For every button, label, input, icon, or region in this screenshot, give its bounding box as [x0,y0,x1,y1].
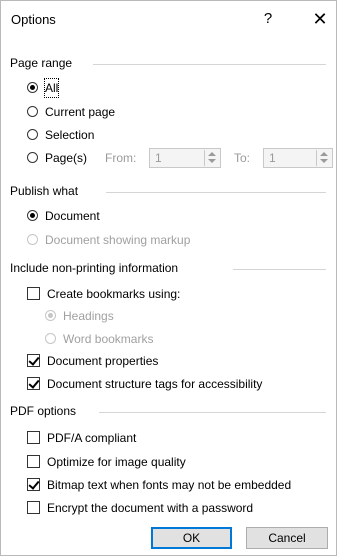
radio-button [27,234,38,245]
bitmap-label: Bitmap text when fonts may not be embedd… [47,478,292,492]
radio-document-label: Document [45,209,100,223]
create-bookmarks-label: Create bookmarks using: [47,287,181,301]
radio-button [45,310,56,321]
pdfa-label: PDF/A compliant [47,431,137,445]
cancel-button[interactable]: Cancel [246,527,328,549]
page-range-header: Page range [10,56,73,70]
radio-document-markup-label: Document showing markup [45,233,191,247]
checkbox[interactable] [27,354,40,367]
checkbox[interactable] [27,478,40,491]
spinner-arrows-icon[interactable] [316,150,331,166]
divider [233,269,326,270]
publish-what-header: Publish what [10,184,79,198]
radio-pages-label: Page(s) [45,151,88,165]
from-label: From: [105,151,137,165]
radio-word-bookmarks-label: Word bookmarks [63,332,154,346]
radio-button [45,333,56,344]
spinner-arrows-icon[interactable] [204,150,219,166]
encrypt-label: Encrypt the document with a password [47,501,254,515]
from-spinner[interactable]: 1 [149,148,221,168]
checkbox[interactable] [27,377,40,390]
close-icon[interactable]: ✕ [305,7,335,31]
radio-selection-label: Selection [45,128,95,142]
options-dialog: Options ? ✕ Page range All Current page … [0,0,337,556]
radio-all-label: All [43,78,60,98]
checkbox[interactable] [27,501,40,514]
to-label: To: [234,151,251,165]
radio-current-page-label: Current page [45,105,116,119]
from-value: 1 [155,151,162,165]
radio-button[interactable] [27,82,38,93]
radio-headings-label: Headings [63,309,114,323]
radio-button[interactable] [27,129,38,140]
checkbox[interactable] [27,455,40,468]
radio-button[interactable] [27,152,38,163]
divider [93,64,326,65]
divider [106,192,326,193]
pdf-options-header: PDF options [10,404,77,418]
to-spinner[interactable]: 1 [263,148,333,168]
doc-properties-label: Document properties [47,354,159,368]
help-icon[interactable]: ? [253,7,283,31]
divider [99,412,326,413]
title-bar: Options ? ✕ [1,1,336,37]
dialog-title: Options [11,12,56,27]
non-printing-header: Include non-printing information [10,261,179,275]
radio-button[interactable] [27,210,38,221]
doc-structure-label: Document structure tags for accessibilit… [47,377,263,391]
checkbox[interactable] [27,287,40,300]
ok-button[interactable]: OK [151,527,232,549]
to-value: 1 [269,151,276,165]
optimize-label: Optimize for image quality [47,455,186,469]
checkbox[interactable] [27,431,40,444]
radio-button[interactable] [27,106,38,117]
